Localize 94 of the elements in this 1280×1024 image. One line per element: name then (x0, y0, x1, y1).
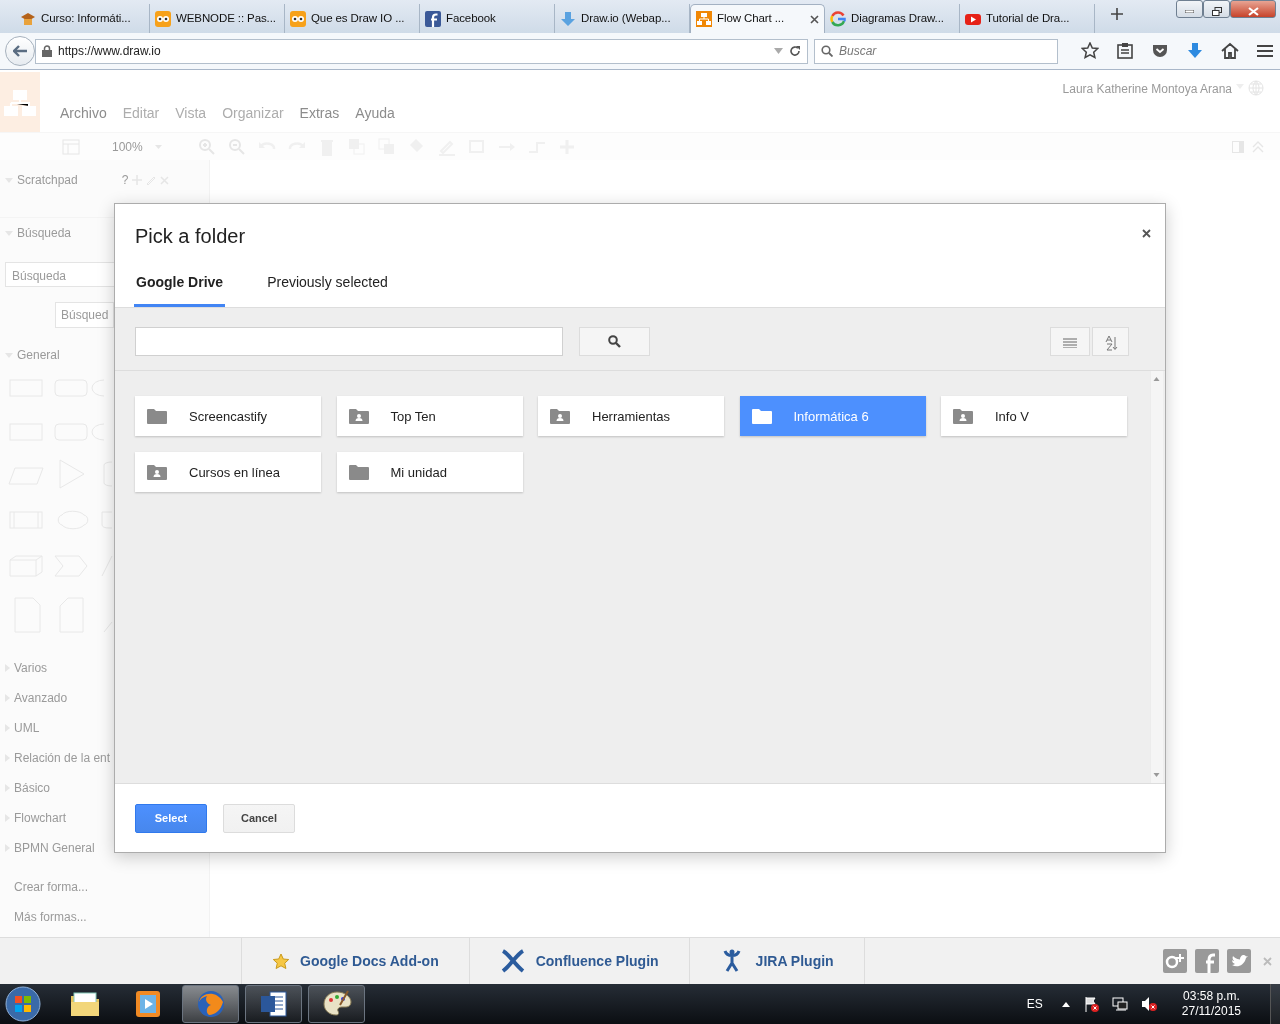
sort-button[interactable] (1092, 327, 1129, 357)
zoom-level[interactable]: 100% (112, 137, 143, 156)
star-icon[interactable] (1081, 42, 1099, 60)
network-icon[interactable] (1111, 996, 1128, 1012)
folder-icon (751, 408, 772, 425)
close-icon[interactable] (1142, 229, 1151, 238)
social-icon[interactable] (1163, 949, 1187, 973)
cancel-button[interactable]: Cancel (223, 803, 295, 833)
user-name[interactable]: Laura Katherine Montoya Arana (1062, 80, 1232, 98)
folder-icon (348, 464, 369, 481)
reload-icon[interactable] (789, 45, 801, 57)
tray-icon[interactable] (1151, 42, 1169, 60)
owl-icon (290, 10, 306, 27)
menu-item[interactable]: Archivo (60, 103, 107, 124)
folder-item[interactable]: Herramientas (538, 396, 724, 437)
folder-item[interactable]: Screencastify (135, 396, 321, 437)
folder-item[interactable]: Cursos en línea (135, 452, 321, 493)
show-desktop-button[interactable] (1270, 984, 1280, 1024)
search-field[interactable] (135, 327, 563, 357)
section-title[interactable]: Scratchpad (17, 171, 78, 189)
back-button[interactable] (5, 36, 35, 66)
section-title[interactable]: Flowchart (14, 809, 66, 827)
sidebar-link[interactable]: Crear forma... (14, 878, 209, 896)
start-button[interactable] (4, 985, 42, 1023)
list-view-button[interactable] (1050, 327, 1090, 357)
section-title[interactable]: Búsqueda (17, 224, 72, 242)
logo-icon (830, 10, 846, 27)
globe-icon[interactable] (1248, 80, 1264, 96)
speaker-muted-icon[interactable] (1140, 996, 1157, 1012)
section-title[interactable]: BPMN General (14, 839, 95, 857)
folder-icon (147, 408, 167, 425)
section-title[interactable]: UML (14, 719, 40, 737)
home-icon[interactable] (1221, 42, 1239, 60)
search-icon (608, 335, 621, 349)
menu-item[interactable]: Extras (299, 103, 340, 124)
restore-icon (1211, 7, 1222, 17)
shared-folder-icon (147, 464, 167, 481)
close-icon (1247, 7, 1259, 17)
shared-folder-icon (953, 408, 973, 425)
dialog-tab[interactable]: Previously selected (265, 262, 390, 308)
sidebar-link[interactable]: Más formas... (14, 908, 209, 926)
search-field[interactable]: Buscar (814, 38, 1058, 64)
owl-icon (155, 10, 171, 27)
minimize-button[interactable] (1176, 0, 1203, 18)
shared-folder-icon (550, 408, 570, 425)
sort-icon (1103, 334, 1118, 351)
star-icon (272, 952, 290, 970)
browser-tab[interactable]: Flow Chart ... (690, 4, 825, 33)
section-title[interactable]: Relación de la ent (14, 749, 111, 767)
folder-item[interactable]: Mi unidad (336, 452, 523, 493)
folder-item[interactable]: Top Ten (336, 396, 523, 437)
cap-icon (20, 10, 36, 27)
section-title[interactable]: General (17, 346, 60, 364)
address-field[interactable]: https://www.draw.io (35, 38, 808, 64)
folder-item[interactable]: Informática 6 (739, 396, 926, 437)
menu-icon[interactable] (1256, 42, 1274, 60)
minimize-icon (1185, 10, 1194, 14)
dropdown-icon[interactable] (774, 48, 783, 54)
select-button[interactable]: Select (135, 803, 207, 833)
search-button[interactable] (579, 327, 650, 357)
language-indicator[interactable]: ES (1026, 995, 1043, 1013)
crossed-x-icon (499, 949, 526, 973)
diagram-icon (696, 11, 712, 27)
clock-date[interactable]: 27/11/2015 (1181, 1004, 1241, 1019)
arrow-down-icon (560, 10, 576, 27)
arrow-left-icon (13, 45, 27, 57)
section-title[interactable]: Básico (14, 779, 51, 797)
help-text[interactable]: ? (121, 171, 129, 189)
lock-icon (42, 45, 52, 57)
social-icon[interactable] (1227, 949, 1251, 973)
flag-icon[interactable] (1082, 996, 1099, 1012)
plus-icon[interactable] (1111, 8, 1123, 20)
folder-item[interactable]: Info V (941, 396, 1127, 437)
download-icon[interactable] (1186, 42, 1204, 60)
list-icon (1063, 337, 1077, 348)
restore-button[interactable] (1203, 0, 1230, 18)
logo-icon (425, 10, 441, 27)
section-title[interactable]: Avanzado (14, 689, 68, 707)
dialog-title: Pick a folder (135, 224, 246, 249)
search-button[interactable]: Búsqued (55, 302, 115, 328)
social-icon[interactable] (1195, 949, 1219, 973)
url-text: https://www.draw.io (58, 43, 162, 60)
close-button[interactable] (1230, 0, 1276, 18)
clock-time[interactable]: 03:58 p.m. (1183, 989, 1240, 1004)
close-icon[interactable] (810, 14, 819, 24)
search-icon (821, 44, 833, 57)
menu-item[interactable]: Ayuda (355, 103, 395, 124)
section-title[interactable]: Varios (14, 659, 48, 677)
shared-folder-icon (348, 408, 369, 425)
clipboard-icon[interactable] (1116, 42, 1134, 60)
windows-orb-icon (4, 985, 42, 1023)
taskbar-button[interactable] (308, 985, 365, 1023)
chevron-up-icon[interactable] (1061, 1001, 1070, 1007)
taskbar-button[interactable] (245, 985, 302, 1023)
